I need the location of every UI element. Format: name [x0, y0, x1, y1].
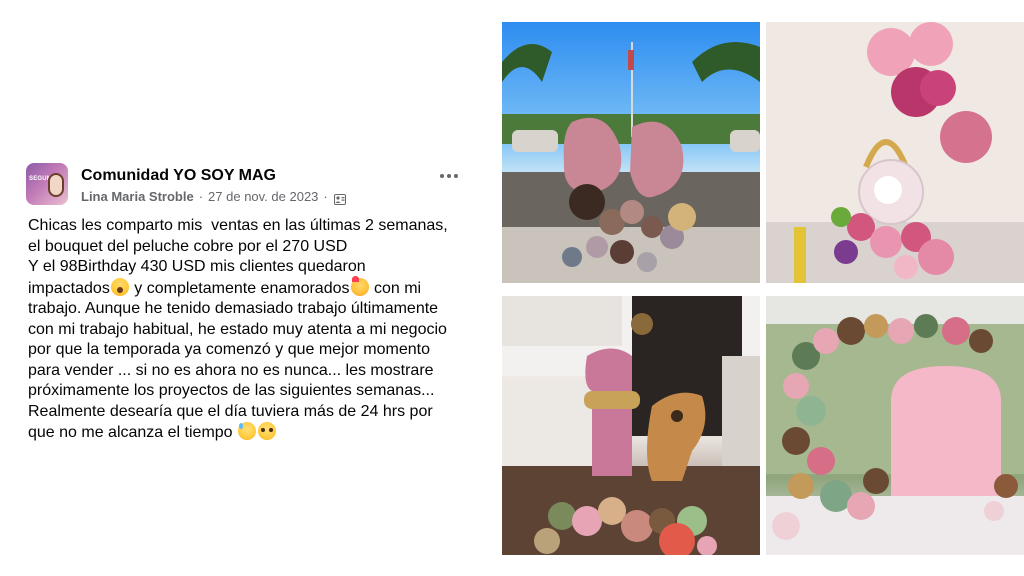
group-audience-icon [333, 192, 346, 205]
post-text-line: con mi trabajo habitual, he estado muy a… [28, 320, 447, 338]
post-subtitle: Lina Maria Stroble · 27 de nov. de 2023 … [81, 188, 346, 206]
post-text-fragment: con mi [369, 279, 422, 297]
post-text-line: por que la temporada ya comenzó y que me… [28, 341, 430, 358]
photo-2[interactable] [766, 22, 1024, 283]
smiling-face-with-hearts-emoji-icon [350, 275, 369, 296]
post-header: SEGUN Comunidad YO SOY MAG Lina Maria St… [26, 163, 486, 209]
post-text-fragment: que no me alcanza el tiempo [28, 424, 238, 441]
post-text-fragment: y completamente enamorados [129, 279, 350, 297]
author-link[interactable]: Lina Maria Stroble [81, 188, 194, 206]
post-meta: Comunidad YO SOY MAG Lina Maria Stroble … [81, 163, 346, 206]
photo-1[interactable] [502, 22, 760, 283]
avatar-face [48, 173, 64, 197]
post-text-line: trabajo. Aunque he tenido demasiado trab… [28, 300, 439, 317]
post-text-line: Chicas les comparto mis ventas en las úl… [28, 217, 448, 234]
post-text-line: próximamente los proyectos de las siguie… [28, 382, 435, 399]
screaming-face-emoji-icon [110, 277, 129, 296]
group-name-link[interactable]: Comunidad YO SOY MAG [81, 166, 346, 186]
post-text-line: que no me alcanza el tiempo [28, 422, 498, 444]
post-text-line: Y el 98Birthday 430 USD mis clientes que… [28, 258, 366, 275]
more-options-icon[interactable] [437, 168, 461, 184]
post-text-fragment: impactados [28, 279, 110, 297]
post-text-line: para vender ... si no es ahora no es nun… [28, 361, 434, 379]
photo-3[interactable] [502, 296, 760, 555]
post-text-line: el bouquet del peluche cobre por el 270 … [28, 237, 348, 255]
post-text-line: Realmente desearía que el día tuviera má… [28, 402, 433, 420]
photo-4[interactable] [766, 296, 1024, 555]
grinning-sweat-emoji-icon [238, 422, 257, 440]
post-text-line: impactados y completamente enamorados co… [28, 275, 498, 300]
post-card: SEGUN Comunidad YO SOY MAG Lina Maria St… [26, 163, 486, 209]
separator-dot: · [198, 189, 204, 204]
group-avatar[interactable]: SEGUN [26, 163, 68, 205]
post-text: Chicas les comparto mis ventas en las úl… [28, 216, 498, 444]
post-date-link[interactable]: 27 de nov. de 2023 [208, 188, 318, 206]
separator-dot: · [323, 189, 328, 204]
pleading-face-emoji-icon [258, 422, 277, 440]
